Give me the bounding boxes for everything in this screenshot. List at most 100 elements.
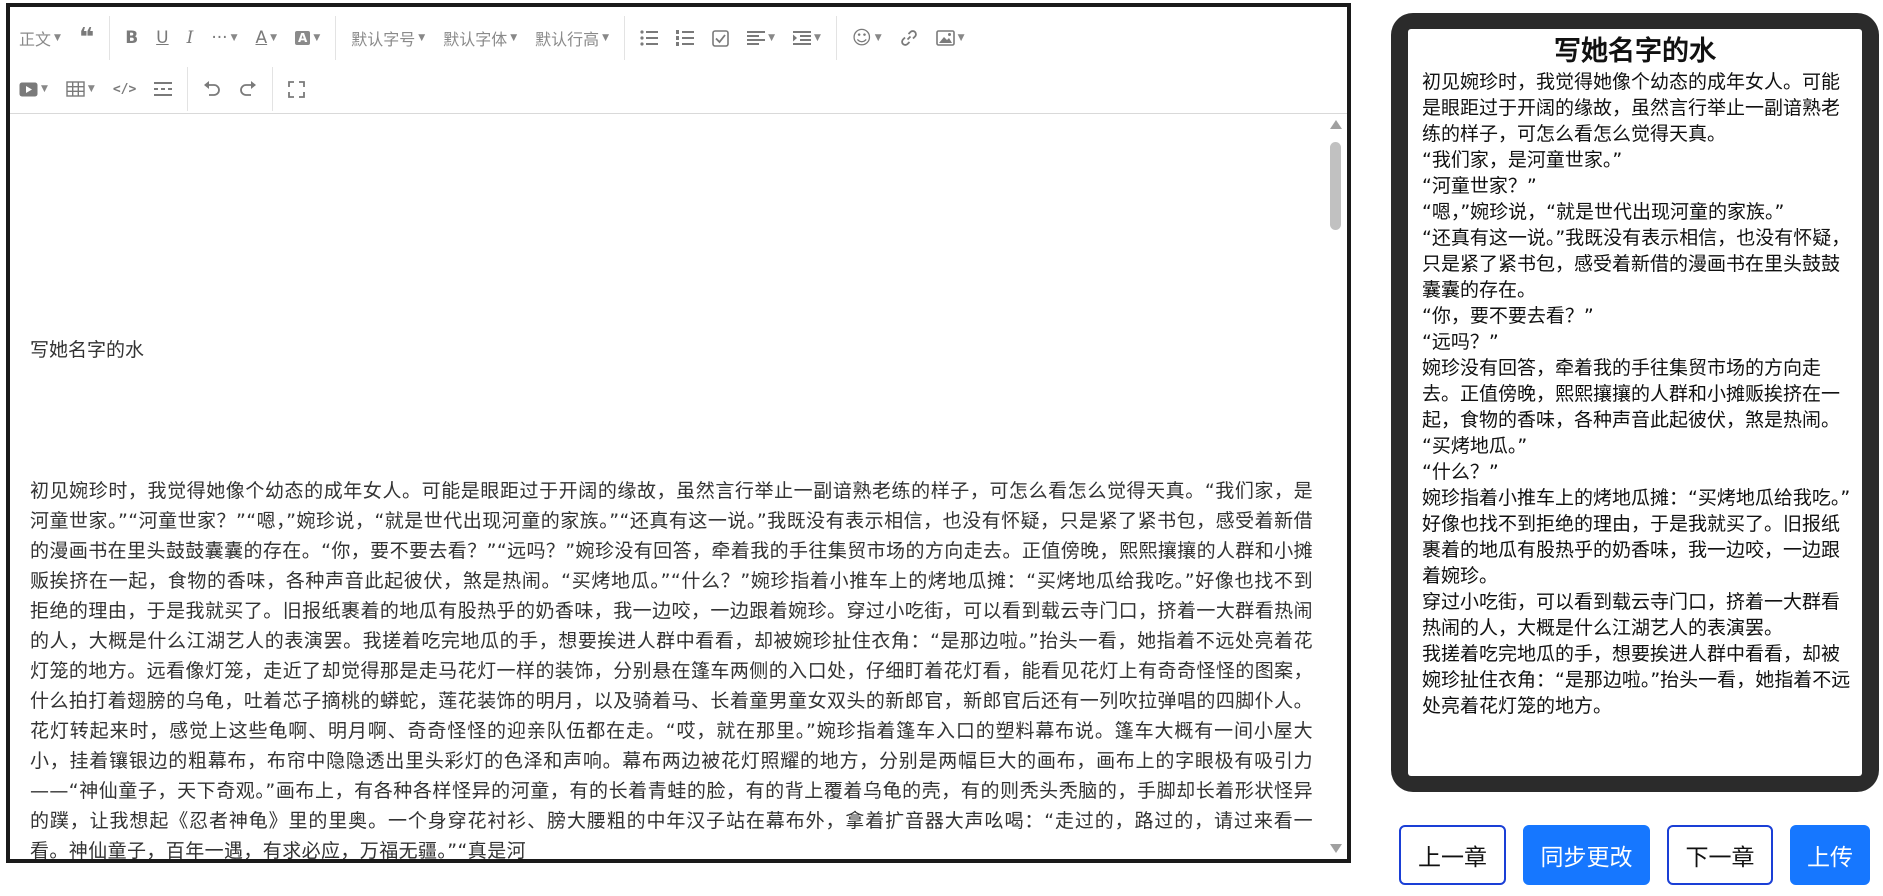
bulleted-list-icon xyxy=(640,30,659,46)
preview-paragraph: “买烤地瓜。” xyxy=(1422,435,1528,457)
font-color-button[interactable]: A ▼ xyxy=(246,21,286,55)
chevron-down-icon: ▼ xyxy=(602,33,610,43)
toolbar-divider xyxy=(272,67,274,111)
align-button[interactable]: ▼ xyxy=(738,21,784,55)
preview-paragraph: “你，要不要去看？” xyxy=(1422,305,1594,327)
preview-paragraph: 好像也找不到拒绝的理由，于是我就买了。旧报纸裹着的地瓜有股热乎的奶香味，我一边咬… xyxy=(1422,513,1841,587)
scrollbar-thumb[interactable] xyxy=(1330,142,1341,230)
underline-icon: U xyxy=(156,28,169,48)
link-icon xyxy=(900,30,917,46)
document-body[interactable]: 初见婉珍时，我觉得她像个幼态的成年女人。可能是眼距过于开阔的缘故，虽然言行举止一… xyxy=(30,476,1313,859)
toolbar-divider xyxy=(335,16,337,60)
table-icon xyxy=(66,81,85,97)
video-button[interactable]: ▼ xyxy=(10,72,57,106)
link-button[interactable] xyxy=(891,21,927,55)
table-button[interactable]: ▼ xyxy=(57,72,104,106)
chevron-down-icon: ▼ xyxy=(957,33,965,43)
indent-icon xyxy=(793,31,811,45)
next-chapter-button[interactable]: 下一章 xyxy=(1667,825,1773,885)
scroll-down-arrow-icon[interactable] xyxy=(1330,844,1342,853)
divider-button[interactable] xyxy=(145,72,181,106)
line-height-select[interactable]: 默认行高 ▼ xyxy=(526,21,618,55)
editor-content[interactable]: 写她名字的水 初见婉珍时，我觉得她像个幼态的成年女人。可能是眼距过于开阔的缘故，… xyxy=(10,114,1325,859)
toolbar-divider xyxy=(109,16,111,60)
undo-button[interactable] xyxy=(194,72,230,106)
emoji-icon: ☺ xyxy=(851,27,872,49)
toolbar-row-2: ▼ ▼ </> xyxy=(10,66,314,112)
background-color-icon: A xyxy=(295,31,311,45)
todo-list-button[interactable] xyxy=(703,21,738,55)
chevron-down-icon: ▼ xyxy=(54,33,61,43)
preview-paragraph: 初见婉珍时，我觉得她像个幼态的成年女人。可能是眼距过于开阔的缘故，虽然言行举止一… xyxy=(1422,71,1841,145)
preview-paragraph: “什么？” xyxy=(1422,461,1499,483)
editor-scrollbar[interactable] xyxy=(1325,114,1347,859)
preview-body: 初见婉珍时，我觉得她像个幼态的成年女人。可能是眼距过于开阔的缘故，虽然言行举止一… xyxy=(1408,69,1862,719)
image-icon xyxy=(935,30,955,46)
redo-icon xyxy=(240,81,257,96)
horizontal-rule-icon xyxy=(154,82,173,96)
font-color-icon: A xyxy=(255,28,268,48)
code-icon: </> xyxy=(112,81,137,97)
chevron-down-icon: ▼ xyxy=(313,33,321,43)
redo-button[interactable] xyxy=(230,72,266,106)
chevron-down-icon: ▼ xyxy=(230,33,238,43)
preview-paragraph: “河童世家？” xyxy=(1422,175,1537,197)
italic-icon: I xyxy=(186,28,194,48)
mobile-preview-frame: 写她名字的水 初见婉珍时，我觉得她像个幼态的成年女人。可能是眼距过于开阔的缘故，… xyxy=(1391,13,1879,792)
preview-paragraph: 穿过小吃街，可以看到载云寺门口，挤着一大群看热闹的人，大概是什么江湖艺人的表演罢… xyxy=(1422,591,1841,639)
preview-paragraph: 我搓着吃完地瓜的手，想要挨进人群中看看，却被婉珍扯住衣角：“是那边啦。”抬头一看… xyxy=(1422,643,1851,717)
font-size-select[interactable]: 默认字号 ▼ xyxy=(342,21,434,55)
chevron-down-icon: ▼ xyxy=(41,84,48,94)
indent-button[interactable]: ▼ xyxy=(784,21,830,55)
numbered-list-icon xyxy=(676,30,695,46)
font-family-select[interactable]: 默认字体 ▼ xyxy=(434,21,526,55)
underline-button[interactable]: U xyxy=(147,21,177,55)
bold-icon: B xyxy=(125,28,139,48)
preview-title: 写她名字的水 xyxy=(1554,36,1716,67)
mobile-preview-screen: 写她名字的水 初见婉珍时，我觉得她像个幼态的成年女人。可能是眼距过于开阔的缘故，… xyxy=(1408,29,1862,776)
preview-paragraph: “嗯，”婉珍说，“就是世代出现河童的家族。” xyxy=(1422,201,1785,223)
preview-paragraph: “远吗？” xyxy=(1422,331,1499,353)
chevron-down-icon: ▼ xyxy=(874,33,882,43)
numbered-list-button[interactable] xyxy=(667,21,703,55)
upload-button[interactable]: 上传 xyxy=(1790,825,1870,885)
preview-paragraph: “还真有这一说。”我既没有表示相信，也没有怀疑，只是紧了紧书包，感受着新借的漫画… xyxy=(1422,227,1851,301)
video-icon xyxy=(19,82,38,96)
align-left-icon xyxy=(747,31,766,45)
bulleted-list-button[interactable] xyxy=(631,21,667,55)
paragraph-style-label: 正文 xyxy=(19,30,52,49)
chevron-down-icon: ▼ xyxy=(270,33,278,43)
editor-toolbar: 正文 ▼ ❝ B U I ··· ▼ A ▼ A ▼ 默认字号 ▼ 默认字体 ▼ 默认行高 ▼ xyxy=(10,7,1347,114)
toolbar-divider xyxy=(835,16,837,60)
toolbar-divider xyxy=(187,67,189,111)
more-styles-button[interactable]: ··· ▼ xyxy=(202,21,246,55)
font-family-label: 默认字体 xyxy=(443,30,508,49)
document-title[interactable]: 写她名字的水 xyxy=(30,335,144,362)
image-button[interactable]: ▼ xyxy=(927,21,974,55)
preview-paragraph: 婉珍没有回答，牵着我的手往集贸市场的方向走去。正值傍晚，熙熙攘攘的人群和小摊贩挨… xyxy=(1422,357,1841,431)
code-button[interactable]: </> xyxy=(104,72,145,106)
preview-paragraph: 婉珍指着小推车上的烤地瓜摊：“买烤地瓜给我吃。” xyxy=(1422,487,1851,509)
preview-paragraph: “我们家，是河童世家。” xyxy=(1422,149,1623,171)
paragraph-style-select[interactable]: 正文 ▼ xyxy=(10,21,70,55)
toolbar-row-1: 正文 ▼ ❝ B U I ··· ▼ A ▼ A ▼ 默认字号 ▼ 默认字体 ▼ 默认行高 ▼ xyxy=(10,15,974,61)
bold-button[interactable]: B xyxy=(116,21,147,55)
font-size-label: 默认字号 xyxy=(351,30,416,49)
fullscreen-button[interactable] xyxy=(279,72,314,106)
more-icon: ··· xyxy=(211,28,228,48)
italic-button[interactable]: I xyxy=(178,21,203,55)
chevron-down-icon: ▼ xyxy=(814,33,821,43)
chevron-down-icon: ▼ xyxy=(510,33,518,43)
undo-icon xyxy=(204,81,221,96)
toolbar-divider xyxy=(624,16,626,60)
previous-chapter-button[interactable]: 上一章 xyxy=(1399,825,1506,885)
fullscreen-icon xyxy=(288,80,306,98)
quote-icon: ❝ xyxy=(78,23,95,53)
sync-changes-button[interactable]: 同步更改 xyxy=(1523,825,1650,885)
line-height-label: 默认行高 xyxy=(535,30,600,49)
blockquote-button[interactable]: ❝ xyxy=(70,21,103,55)
emoji-button[interactable]: ☺ ▼ xyxy=(843,21,891,55)
background-color-button[interactable]: A ▼ xyxy=(286,21,329,55)
chevron-down-icon: ▼ xyxy=(418,33,426,43)
scroll-up-arrow-icon[interactable] xyxy=(1330,120,1342,129)
